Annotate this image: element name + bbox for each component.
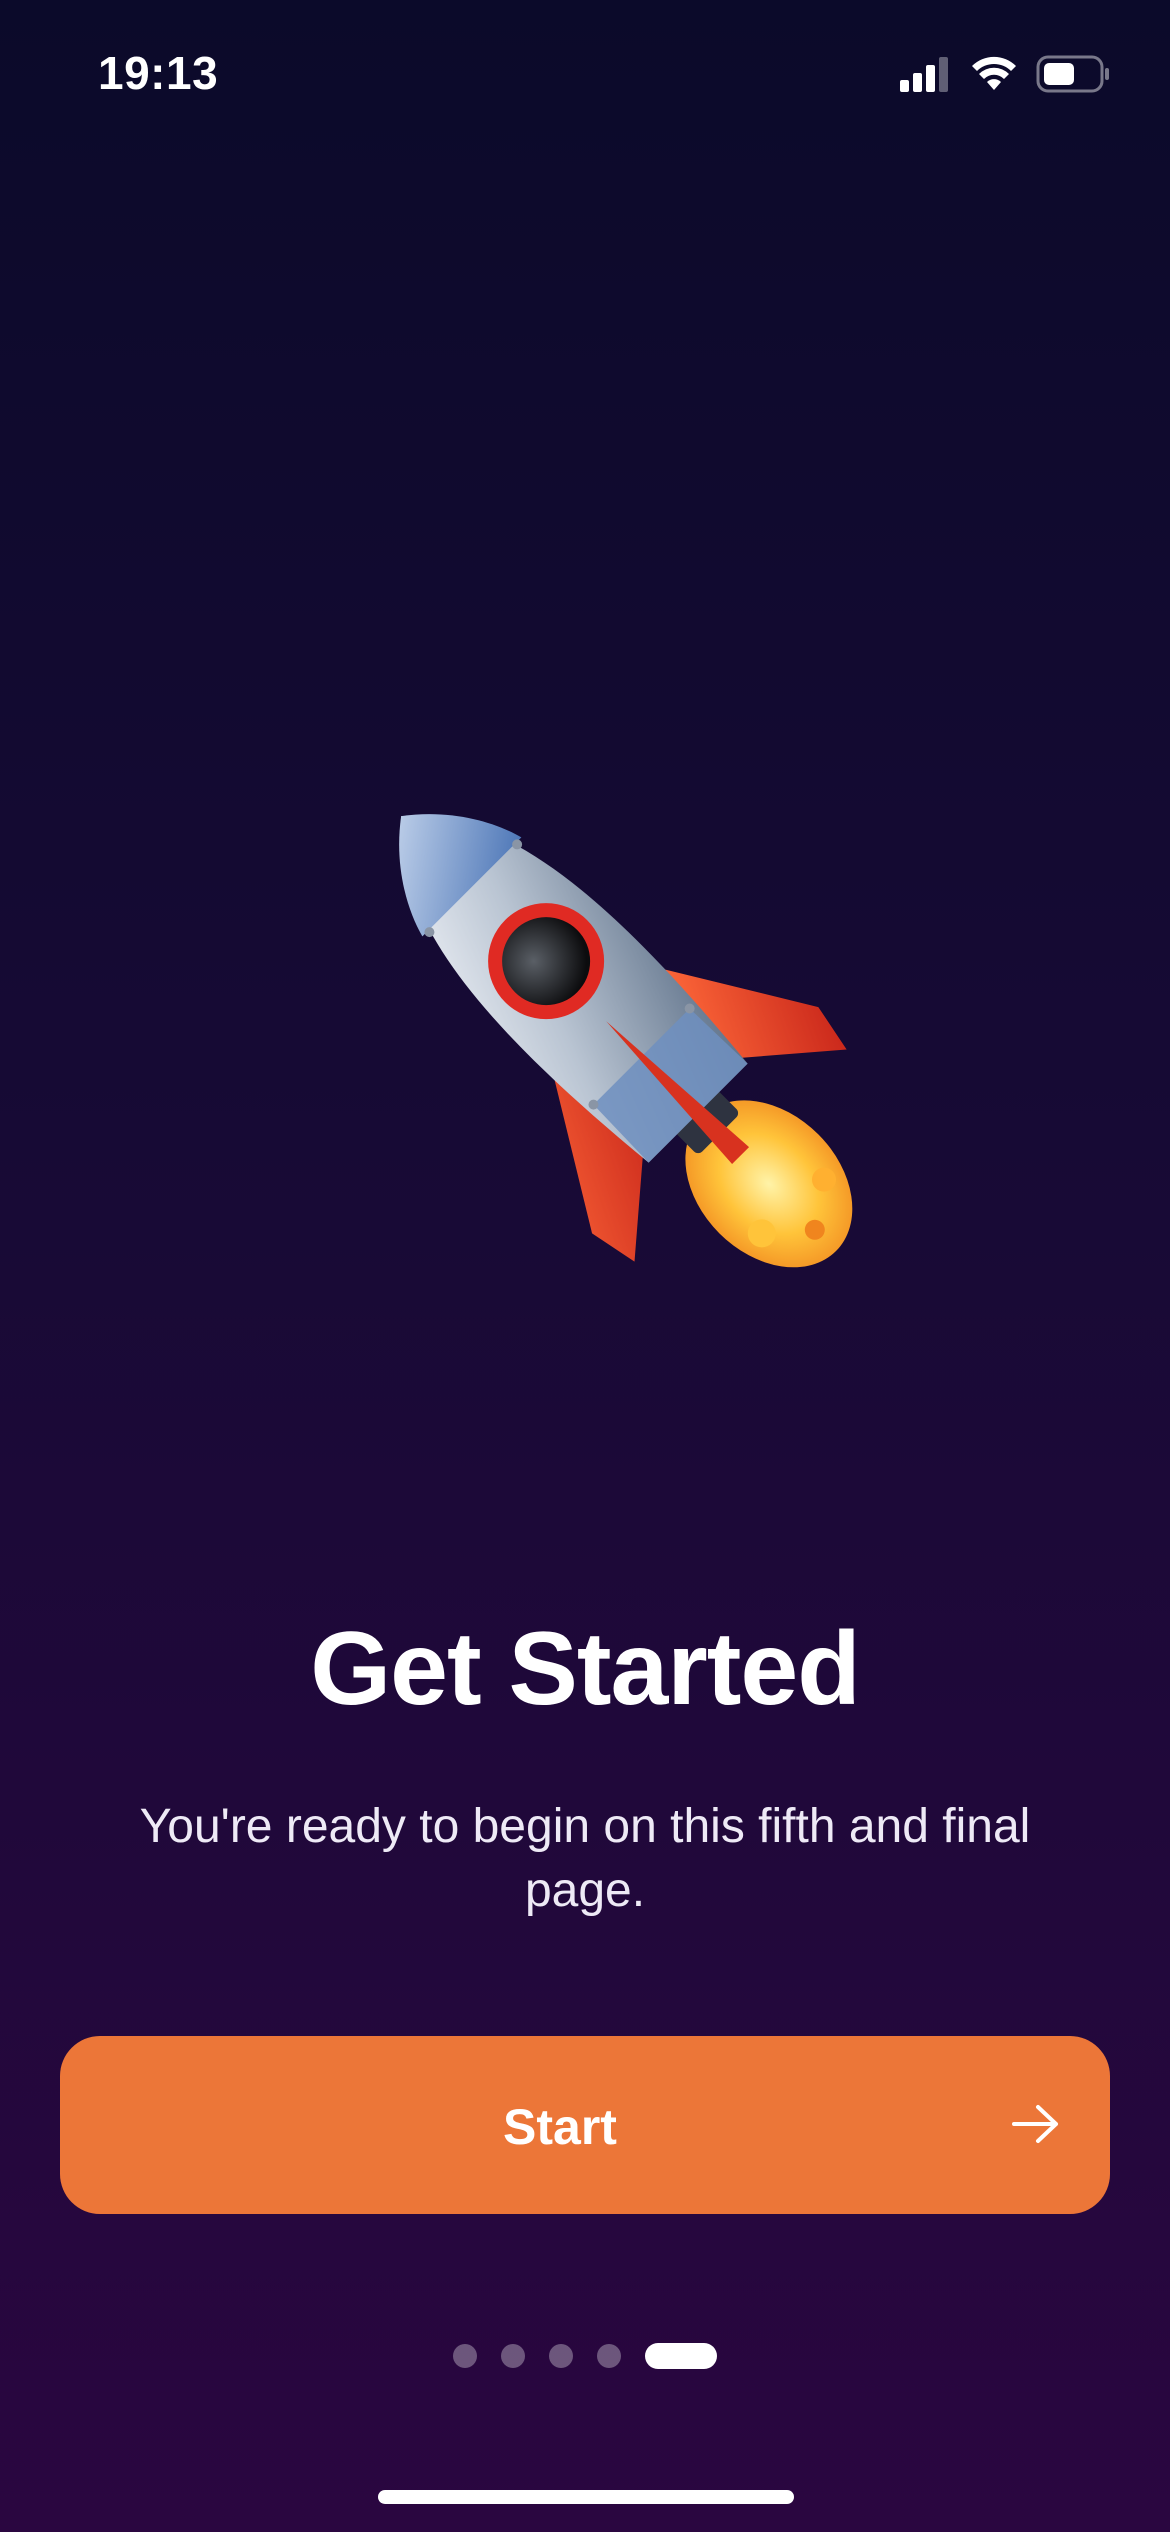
page-subtitle: You're ready to begin on this fifth and …	[139, 1800, 1031, 1917]
page-title: Get Started	[310, 1611, 861, 1727]
home-indicator[interactable]	[378, 2490, 794, 2504]
page-dot-3[interactable]	[549, 2344, 573, 2368]
page-dot-5-active[interactable]	[645, 2343, 717, 2369]
status-icons	[900, 52, 1112, 96]
arrow-right-icon	[1012, 2105, 1058, 2143]
status-bar: 19:13	[0, 0, 1170, 150]
status-time: 19:13	[98, 47, 219, 99]
rocket-icon	[399, 814, 853, 1268]
page-dot-4[interactable]	[597, 2344, 621, 2368]
start-button-label: Start	[503, 2099, 617, 2155]
page-dot-1[interactable]	[453, 2344, 477, 2368]
cellular-signal-icon	[900, 57, 948, 92]
start-button[interactable]: Start	[60, 2036, 1110, 2214]
battery-icon	[1036, 55, 1109, 93]
page-dot-2[interactable]	[501, 2344, 525, 2368]
wifi-icon	[972, 56, 1016, 90]
page-indicator	[0, 2342, 1170, 2370]
